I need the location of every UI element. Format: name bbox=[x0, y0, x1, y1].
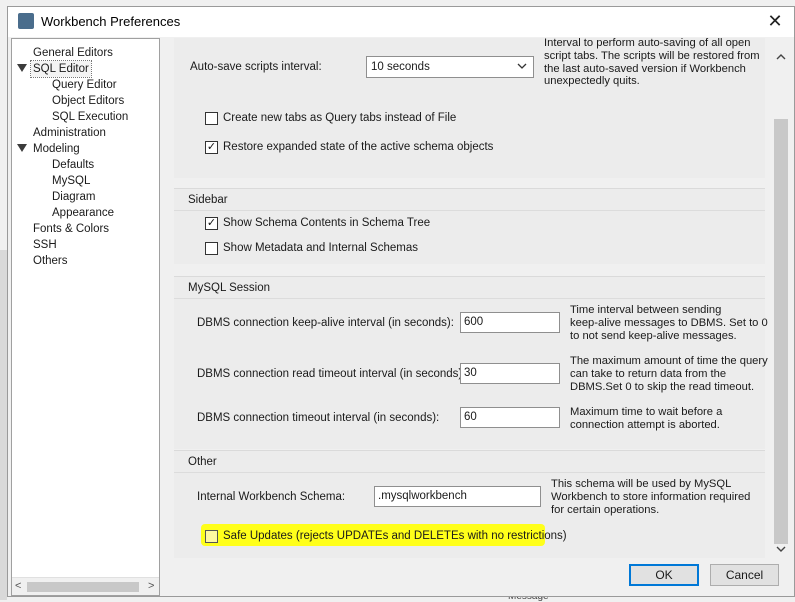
internal-schema-description: This schema will be used by MySQL Workbe… bbox=[551, 478, 766, 516]
tree-item-others[interactable]: Others bbox=[33, 253, 68, 269]
keepalive-desc-line: Time interval between sending bbox=[570, 304, 722, 316]
safe-updates-label[interactable]: Safe Updates (rejects UPDATEs and DELETE… bbox=[223, 530, 567, 542]
close-button[interactable]: ✕ bbox=[764, 10, 786, 32]
tree-item-ssh[interactable]: SSH bbox=[33, 237, 57, 253]
read-timeout-desc-line: DBMS.Set 0 to skip the read timeout. bbox=[570, 380, 755, 393]
divider bbox=[174, 298, 765, 299]
schema-contents-label[interactable]: Show Schema Contents in Schema Tree bbox=[223, 217, 430, 229]
read-timeout-desc-line: can take to return data from the bbox=[570, 367, 727, 380]
new-tabs-checkbox[interactable] bbox=[205, 112, 218, 125]
scroll-down-icon[interactable] bbox=[776, 543, 786, 560]
other-group-title: Other bbox=[188, 456, 217, 468]
internal-schema-label: Internal Workbench Schema: bbox=[197, 491, 346, 503]
scroll-left-icon[interactable]: < bbox=[15, 578, 21, 595]
conn-timeout-desc-line: connection attempt is aborted. bbox=[570, 418, 720, 431]
autosave-desc-line: the last auto-saved version if Workbench bbox=[544, 62, 746, 75]
tree-item-query-editor[interactable]: Query Editor bbox=[52, 77, 117, 93]
keepalive-description: Time interval between sending keep-alive… bbox=[570, 304, 770, 342]
autosave-interval-select[interactable]: 10 seconds bbox=[366, 56, 534, 78]
restore-state-checkbox[interactable]: ✓ bbox=[205, 141, 218, 154]
title-bar: Workbench Preferences ✕ bbox=[8, 7, 794, 37]
mysql-session-group-title: MySQL Session bbox=[188, 282, 271, 294]
chevron-down-icon bbox=[517, 59, 527, 76]
internal-schema-desc-line: This schema will be used by MySQL bbox=[551, 478, 732, 490]
keepalive-label: DBMS connection keep-alive interval (in … bbox=[197, 317, 454, 329]
autosave-desc-line: Interval to perform auto-saving of all o… bbox=[544, 38, 751, 49]
scroll-right-icon[interactable]: > bbox=[148, 578, 154, 595]
settings-content: Auto-save scripts interval: 10 seconds I… bbox=[167, 38, 787, 558]
conn-timeout-label: DBMS connection timeout interval (in sec… bbox=[197, 412, 440, 424]
tree-item-sql-execution[interactable]: SQL Execution bbox=[52, 109, 128, 125]
tree-item-defaults[interactable]: Defaults bbox=[52, 157, 94, 173]
window-title: Workbench Preferences bbox=[41, 14, 181, 29]
conn-timeout-desc-line: Maximum time to wait before a bbox=[570, 406, 723, 418]
content-vertical-scrollbar[interactable] bbox=[773, 51, 789, 559]
scroll-up-icon[interactable] bbox=[776, 51, 786, 68]
internal-schema-desc-line: for certain operations. bbox=[551, 503, 660, 516]
tree-item-appearance[interactable]: Appearance bbox=[52, 205, 114, 221]
keepalive-desc-line: keep-alive messages to DBMS. Set to 0 bbox=[570, 316, 768, 329]
read-timeout-label: DBMS connection read timeout interval (i… bbox=[197, 368, 466, 380]
scrollbar-thumb[interactable] bbox=[774, 119, 788, 544]
tree-item-administration[interactable]: Administration bbox=[33, 125, 106, 141]
read-timeout-desc-line: The maximum amount of time the query bbox=[570, 355, 768, 367]
tree-item-object-editors[interactable]: Object Editors bbox=[52, 93, 124, 109]
cancel-button[interactable]: Cancel bbox=[710, 564, 779, 586]
read-timeout-description: The maximum amount of time the query can… bbox=[570, 355, 770, 393]
expand-arrow-icon[interactable] bbox=[17, 64, 27, 72]
divider bbox=[174, 472, 765, 473]
tree-item-sql-editor[interactable]: SQL Editor bbox=[30, 60, 92, 78]
restore-state-label[interactable]: Restore expanded state of the active sch… bbox=[223, 141, 493, 153]
scrollbar-thumb[interactable] bbox=[27, 582, 139, 592]
tree-item-diagram[interactable]: Diagram bbox=[52, 189, 95, 205]
schema-contents-checkbox[interactable]: ✓ bbox=[205, 217, 218, 230]
metadata-label[interactable]: Show Metadata and Internal Schemas bbox=[223, 242, 418, 254]
internal-schema-input[interactable]: .mysqlworkbench bbox=[374, 486, 541, 507]
conn-timeout-description: Maximum time to wait before a connection… bbox=[570, 406, 770, 432]
keepalive-desc-line: to not send keep-alive messages. bbox=[570, 329, 737, 342]
autosave-desc-line: unexpectedly quits. bbox=[544, 75, 640, 88]
preferences-dialog: Workbench Preferences ✕ General Editors … bbox=[7, 6, 795, 597]
tree-horizontal-scrollbar[interactable]: < > bbox=[12, 577, 159, 595]
tree-item-general-editors[interactable]: General Editors bbox=[33, 45, 113, 61]
sidebar-group-title: Sidebar bbox=[188, 194, 228, 206]
background-window bbox=[0, 250, 7, 600]
read-timeout-input[interactable]: 30 bbox=[460, 363, 560, 384]
keepalive-input[interactable]: 600 bbox=[460, 312, 560, 333]
autosave-label: Auto-save scripts interval: bbox=[190, 61, 322, 73]
workbench-app-icon bbox=[18, 13, 34, 29]
safe-updates-checkbox[interactable] bbox=[205, 530, 218, 543]
internal-schema-desc-line: Workbench to store information required bbox=[551, 490, 751, 503]
tree-item-fonts-colors[interactable]: Fonts & Colors bbox=[33, 221, 109, 237]
autosave-desc-line: script tabs. The scripts will be restore… bbox=[544, 49, 760, 62]
divider bbox=[174, 210, 765, 211]
expand-arrow-icon[interactable] bbox=[17, 144, 27, 152]
ok-button[interactable]: OK bbox=[629, 564, 699, 586]
tree-item-mysql[interactable]: MySQL bbox=[52, 173, 90, 189]
tree-item-modeling[interactable]: Modeling bbox=[33, 141, 80, 157]
autosave-value: 10 seconds bbox=[371, 61, 430, 73]
autosave-description: Interval to perform auto-saving of all o… bbox=[544, 38, 764, 88]
new-tabs-label[interactable]: Create new tabs as Query tabs instead of… bbox=[223, 112, 456, 124]
conn-timeout-input[interactable]: 60 bbox=[460, 407, 560, 428]
preferences-tree: General Editors SQL Editor Query Editor … bbox=[11, 38, 160, 596]
metadata-checkbox[interactable] bbox=[205, 242, 218, 255]
